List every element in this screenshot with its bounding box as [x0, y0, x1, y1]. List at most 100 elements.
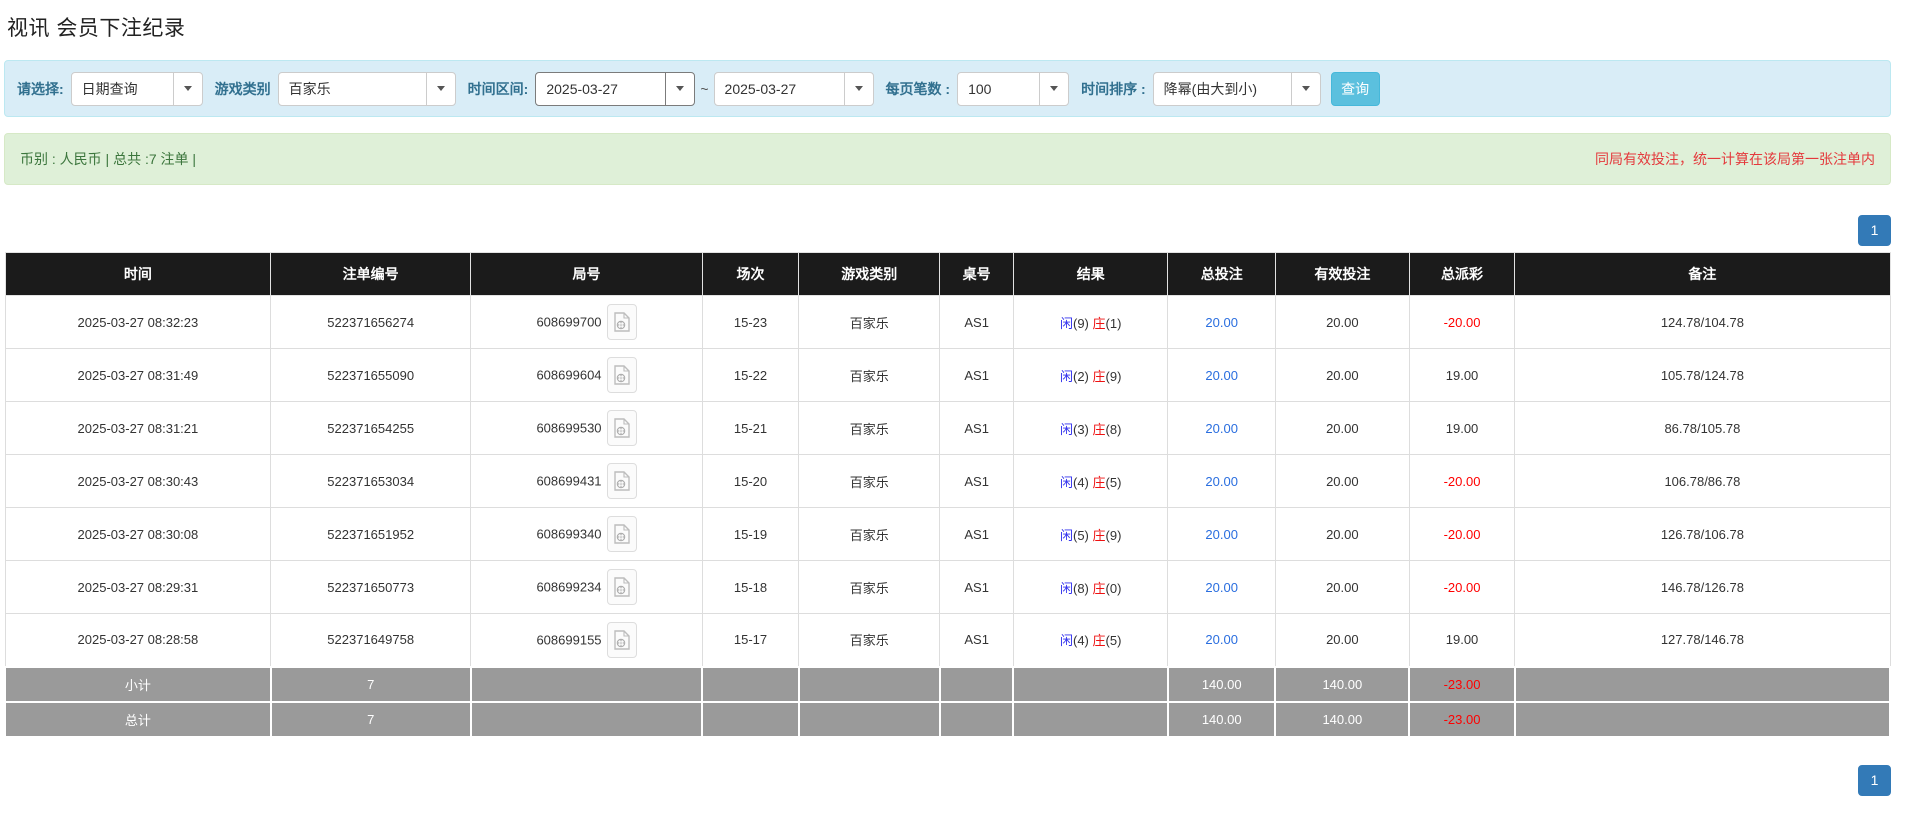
- chevron-down-icon: [665, 72, 694, 105]
- result-player: 闲: [1059, 315, 1073, 331]
- result-player: 闲: [1059, 421, 1073, 437]
- result-player-score: (2): [1073, 368, 1089, 384]
- date-to-value: 2025-03-27: [724, 80, 797, 97]
- cell-time: 2025-03-27 08:32:23: [4, 295, 272, 349]
- cell-round-number: 608699431: [470, 454, 703, 508]
- game-type-value: 百家乐: [288, 80, 331, 97]
- date-to-select[interactable]: 2025-03-27: [713, 71, 874, 106]
- query-mode-value: 日期查询: [81, 80, 138, 97]
- summary-empty: [701, 665, 800, 703]
- chevron-down-icon: [1039, 72, 1068, 105]
- cell-payout: -20.00: [1408, 454, 1516, 508]
- cell-round-number: 608699530: [470, 401, 703, 455]
- column-header: 桌号: [939, 252, 1014, 296]
- table-head: 时间 注单编号 局号 场次 游戏类别 桌号 结果 总投注 有效投注 总派彩 备注: [4, 252, 1891, 296]
- cell-time: 2025-03-27 08:30:43: [4, 454, 272, 508]
- cell-total-bet[interactable]: 20.00: [1167, 560, 1276, 614]
- result-player-score: (4): [1073, 633, 1089, 649]
- result-player-score: (4): [1073, 474, 1089, 490]
- video-file-icon: [613, 312, 630, 332]
- currency-summary-text: 币别 : 人民币 | 总共 :7 注单 |: [20, 151, 197, 167]
- column-header: 场次: [701, 252, 800, 296]
- select-mode-label: 请选择:: [17, 80, 64, 97]
- cell-game-type: 百家乐: [798, 348, 941, 402]
- summary-label: 小计: [4, 665, 272, 703]
- date-from-select[interactable]: 2025-03-27: [535, 71, 696, 106]
- cell-session: 15-21: [701, 401, 800, 455]
- video-file-icon: [613, 630, 630, 650]
- video-replay-button[interactable]: [606, 410, 637, 446]
- cell-remark: 106.78/86.78: [1514, 454, 1891, 508]
- cell-total-bet[interactable]: 20.00: [1167, 507, 1276, 561]
- video-replay-button[interactable]: [606, 621, 637, 658]
- table-row: 2025-03-27 08:31:21 522371654255 6086995…: [4, 401, 1891, 455]
- video-replay-button[interactable]: [606, 357, 637, 393]
- game-type-select[interactable]: 百家乐: [277, 71, 456, 106]
- cell-total-bet[interactable]: 20.00: [1167, 401, 1276, 455]
- video-replay-button[interactable]: [606, 463, 637, 499]
- notice-warning-text: 同局有效投注，统一计算在该局第一张注单内: [1595, 151, 1875, 167]
- table-row: 2025-03-27 08:30:43 522371653034 6086994…: [4, 454, 1891, 508]
- cell-valid-bet: 20.00: [1274, 560, 1410, 614]
- round-number: 608699234: [536, 579, 602, 595]
- pagination-bottom: 1: [4, 764, 1891, 796]
- result-banker: 庄: [1092, 474, 1106, 490]
- cell-total-bet[interactable]: 20.00: [1167, 348, 1276, 402]
- page-1-button[interactable]: 1: [1858, 215, 1891, 246]
- result-banker: 庄: [1092, 315, 1106, 331]
- summary-empty: [701, 700, 800, 738]
- page: 视讯 会员下注纪录 请选择: 日期查询 游戏类别 百家乐 时间区间: 2025-…: [0, 0, 1906, 796]
- result-banker: 庄: [1092, 633, 1106, 649]
- page-size-select[interactable]: 100: [957, 71, 1070, 106]
- cell-bet-number: 522371653034: [270, 454, 472, 508]
- chevron-down-icon: [425, 72, 455, 105]
- result-player: 闲: [1059, 580, 1073, 596]
- round-number: 608699340: [536, 526, 602, 542]
- range-separator: ~: [700, 80, 709, 97]
- column-header: 总派彩: [1408, 252, 1516, 296]
- column-header: 总投注: [1167, 252, 1276, 296]
- cell-total-bet[interactable]: 20.00: [1167, 613, 1276, 667]
- result-player: 闲: [1059, 474, 1073, 490]
- result-player: 闲: [1059, 368, 1073, 384]
- column-header: 备注: [1514, 252, 1891, 296]
- query-button[interactable]: 查询: [1330, 71, 1380, 106]
- time-sort-select[interactable]: 降幂(由大到小): [1152, 71, 1321, 106]
- cell-valid-bet: 20.00: [1274, 507, 1410, 561]
- summary-empty: [1012, 700, 1169, 738]
- cell-table-number: AS1: [939, 348, 1014, 402]
- cell-total-bet[interactable]: 20.00: [1167, 295, 1276, 349]
- cell-total-bet[interactable]: 20.00: [1167, 454, 1276, 508]
- summary-row: 小计 7 140.00 140.00 -23.00: [4, 665, 1892, 703]
- result-banker-score: (9): [1105, 368, 1122, 384]
- video-replay-button[interactable]: [606, 516, 637, 552]
- video-replay-button[interactable]: [606, 304, 637, 340]
- cell-table-number: AS1: [939, 613, 1014, 667]
- cell-result: 闲(4) 庄(5): [1012, 454, 1169, 508]
- cell-payout: -20.00: [1408, 560, 1516, 614]
- round-number: 608699604: [536, 367, 602, 383]
- result-player-score: (9): [1073, 315, 1089, 331]
- cell-result: 闲(4) 庄(5): [1012, 613, 1169, 667]
- summary-empty: [1012, 665, 1169, 703]
- round-number: 608699155: [536, 632, 602, 648]
- summary-empty: [469, 700, 704, 738]
- table-row: 2025-03-27 08:32:23 522371656274 6086997…: [4, 295, 1891, 349]
- cell-payout: -20.00: [1408, 295, 1516, 349]
- table-row: 2025-03-27 08:31:49 522371655090 6086996…: [4, 348, 1891, 402]
- page-1-button[interactable]: 1: [1858, 764, 1891, 796]
- column-header: 结果: [1012, 252, 1169, 296]
- summary-count: 7: [269, 665, 472, 703]
- summary-empty: [797, 700, 941, 738]
- cell-game-type: 百家乐: [798, 401, 941, 455]
- video-replay-button[interactable]: [606, 569, 637, 605]
- video-file-icon: [613, 418, 630, 438]
- result-player-score: (8): [1073, 580, 1089, 596]
- summary-empty: [938, 700, 1015, 738]
- chevron-down-icon: [843, 72, 873, 105]
- time-range-label: 时间区间:: [467, 80, 529, 97]
- summary-valid-bet: 140.00: [1274, 665, 1411, 703]
- cell-result: 闲(9) 庄(1): [1012, 295, 1169, 349]
- round-number: 608699530: [536, 420, 602, 436]
- query-mode-select[interactable]: 日期查询: [70, 71, 203, 106]
